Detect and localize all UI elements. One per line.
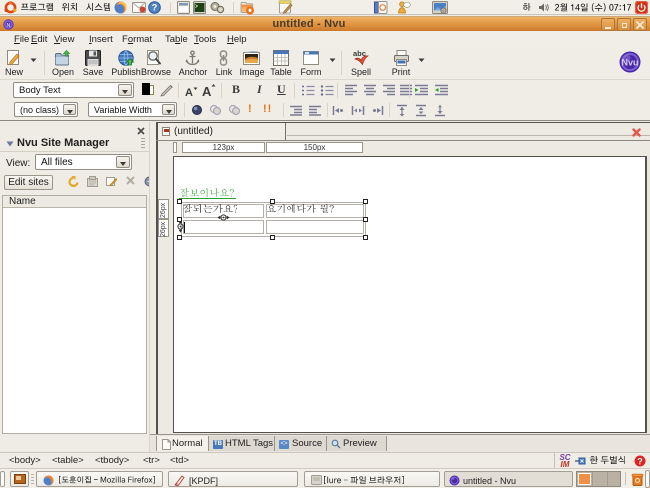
svg-text:A: A (185, 87, 193, 97)
svg-text:?: ? (637, 456, 643, 466)
svg-text:A: A (202, 84, 212, 97)
svg-text:Nvu: Nvu (621, 58, 638, 68)
svg-text:?: ? (152, 3, 158, 13)
